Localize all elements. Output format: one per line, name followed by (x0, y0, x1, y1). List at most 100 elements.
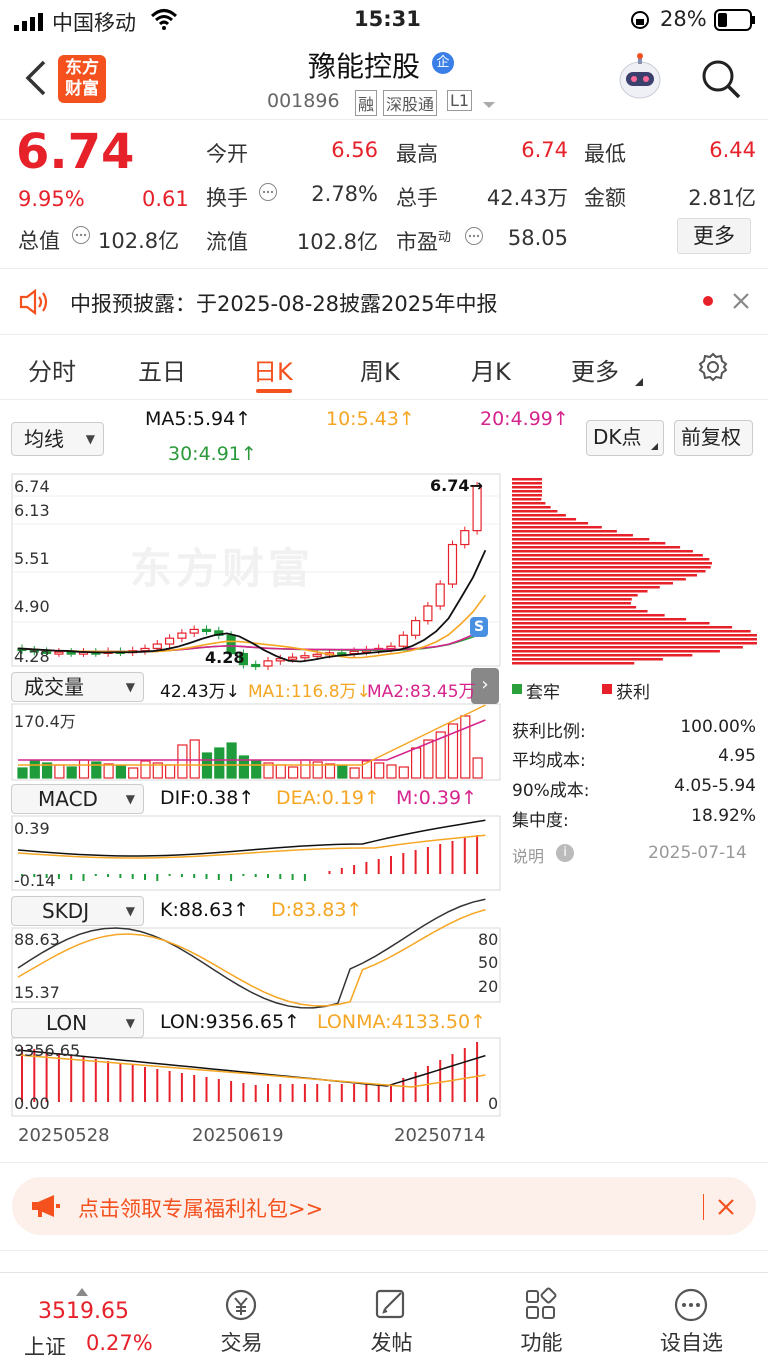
indicator-select-ma[interactable]: 均线 ▼ (11, 422, 104, 456)
chip-bar (512, 542, 666, 545)
volume-bar (214, 747, 225, 779)
more-quote-button[interactable]: 更多 (677, 218, 751, 254)
chip-bar (512, 658, 663, 661)
tab-post[interactable]: 发帖 (315, 1273, 468, 1367)
dk-point-button[interactable]: DK点 (586, 420, 664, 456)
total-value-label: 总值 (18, 229, 60, 253)
chip-bar (512, 522, 589, 525)
notice-text[interactable]: 中报预披露：于2025-08-28披露2025年中报 (70, 288, 497, 318)
close-icon[interactable] (718, 1199, 734, 1219)
divider (0, 1250, 768, 1251)
promo-text[interactable]: 点击领取专属福利礼包>> (78, 1193, 323, 1223)
close-icon[interactable] (732, 292, 750, 314)
tab-monthly-k[interactable]: 月K (471, 352, 511, 387)
chip-bar (512, 506, 551, 509)
tab-five-day[interactable]: 五日 (138, 352, 186, 387)
quote-field-value: 2.78% (311, 182, 378, 206)
quote-field-label: 流值 (206, 230, 248, 254)
volume-bar (288, 766, 299, 779)
volume-ma2: MA2:83.45万 (367, 682, 476, 702)
price-axis-label: 6.74 (14, 477, 50, 496)
candle-body (201, 628, 212, 633)
lon-bottom-label: 0.00 (14, 1094, 50, 1113)
kdj-right-label: 80 (478, 930, 499, 949)
search-icon[interactable] (700, 58, 742, 104)
index-value[interactable]: 3519.65 (38, 1299, 129, 1324)
speaker-icon (18, 288, 50, 320)
indicator-select-skdj[interactable]: SKDJ ▼ (11, 896, 144, 926)
adjust-price-button[interactable]: 前复权 (674, 420, 753, 456)
chevron-down-icon[interactable] (482, 95, 496, 114)
settings-gear-icon[interactable] (698, 352, 728, 386)
info-icon[interactable]: i (556, 844, 574, 862)
chip-bar (512, 634, 757, 637)
indicator-select-lon[interactable]: LON ▼ (11, 1008, 144, 1038)
tab-daily-k[interactable]: 日K (253, 352, 293, 387)
index-percent[interactable]: 0.27% (86, 1331, 153, 1355)
chip-bar (512, 642, 757, 645)
tab-intraday[interactable]: 分时 (28, 352, 76, 387)
bottom-tab-bar: 3519.65 上证 0.27% 交易 发帖 功能 设自选 (0, 1272, 768, 1366)
chip-bar (512, 554, 703, 557)
back-icon[interactable] (20, 58, 50, 102)
volume-bar (165, 764, 176, 779)
chip-stat-label: 90%成本: (512, 781, 590, 801)
indicator-select-macd[interactable]: MACD ▼ (11, 784, 144, 814)
divider (703, 1194, 704, 1220)
tab-more[interactable]: 更多 (571, 352, 619, 387)
chip-bar (512, 486, 542, 489)
info-icon[interactable] (464, 226, 484, 250)
chip-bar (512, 610, 648, 613)
carrier: 中国移动 (52, 11, 136, 35)
chip-bar (512, 578, 686, 581)
chip-bar (512, 574, 698, 577)
legend-trap-swatch (512, 684, 522, 694)
info-icon[interactable] (71, 225, 91, 249)
quote-field-label: 最高 (396, 142, 438, 166)
indicator-select-volume[interactable]: 成交量 ▼ (11, 672, 144, 702)
chip-bar (512, 646, 743, 649)
change-amount: 0.61 (142, 187, 189, 211)
lonma-value: LONMA:4133.50↑ (317, 1011, 487, 1033)
index-name[interactable]: 上证 (24, 1331, 66, 1361)
candle-body (300, 655, 310, 659)
macd-top-label: 0.39 (14, 819, 50, 838)
chip-stat-value: 4.05-5.94 (674, 776, 756, 796)
chip-bar (512, 662, 635, 665)
tab-trade[interactable]: 交易 (165, 1273, 318, 1367)
chip-bar (512, 594, 638, 597)
ma10-value: 10:5.43↑ (326, 408, 415, 430)
enterprise-badge: 企 (432, 52, 454, 74)
quote-field-value: 42.43万 (486, 186, 568, 210)
chip-bar (512, 498, 542, 501)
volume-bar (411, 747, 422, 779)
info-icon[interactable] (258, 182, 278, 206)
status-bar: 中国移动 15:31 28% (0, 0, 768, 40)
clock: 15:31 (354, 7, 421, 31)
chip-bar (512, 518, 577, 521)
candle-body (140, 647, 150, 652)
macd-bottom-label: -0.14 (14, 871, 56, 890)
chip-bar (512, 582, 673, 585)
kdj-right-label: 20 (478, 977, 499, 996)
assistant-robot-icon[interactable] (616, 52, 664, 108)
chip-bar (512, 546, 681, 549)
quote-field-value: 2.81亿 (688, 186, 756, 210)
app-logo: 东方 财富 (58, 55, 106, 103)
tab-weekly-k[interactable]: 周K (360, 352, 400, 387)
quote-field-label: 总手 (396, 186, 438, 210)
kline-chart-area[interactable] (0, 470, 768, 1170)
tab-watchlist-settings[interactable]: 设自选 (615, 1273, 768, 1367)
candle-body (66, 651, 76, 655)
low-price-marker: 4.28 (205, 648, 245, 667)
price-axis-label: 5.51 (14, 549, 50, 568)
chip-bar (512, 630, 751, 633)
sell-signal-badge[interactable]: S (470, 617, 488, 637)
wifi-icon (150, 8, 178, 35)
quote-field-value: 6.56 (331, 138, 378, 162)
volume-bar (103, 763, 114, 779)
tab-functions[interactable]: 功能 (465, 1273, 618, 1367)
total-value: 102.8亿 (98, 229, 180, 253)
chip-bar (512, 502, 546, 505)
volume-bar (128, 767, 139, 779)
